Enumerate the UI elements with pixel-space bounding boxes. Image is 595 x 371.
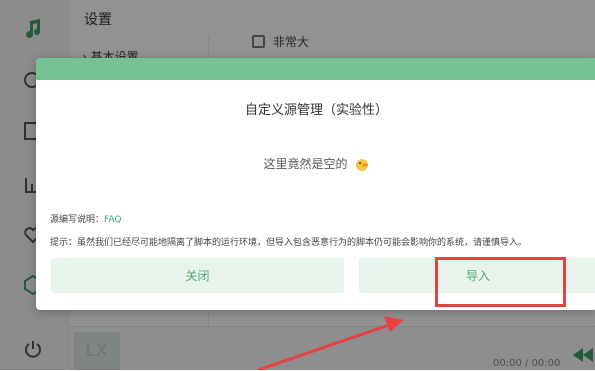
annotation-arrow bbox=[257, 316, 404, 370]
